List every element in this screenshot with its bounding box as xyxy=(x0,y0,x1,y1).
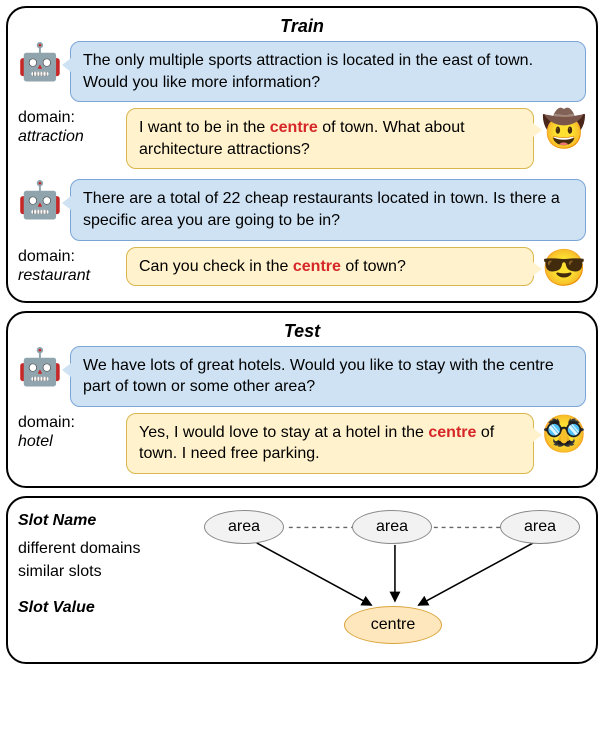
similar-slots-text: similar slots xyxy=(18,561,188,583)
slot-name-heading: Slot Name xyxy=(18,510,188,532)
slot-node-area-1: area xyxy=(204,510,284,544)
highlight-centre: centre xyxy=(293,258,341,275)
bot-avatar-icon: 🤖 xyxy=(18,41,62,83)
bot-avatar-icon: 🤖 xyxy=(18,346,62,388)
train-user-row-1: domain: attraction I want to be in the c… xyxy=(18,108,586,169)
domain-attraction: domain: attraction xyxy=(18,108,118,146)
train-panel: Train 🤖 The only multiple sports attract… xyxy=(6,6,598,303)
domain-label: domain: xyxy=(18,413,118,432)
slots-left-column: Slot Name different domains similar slot… xyxy=(18,506,188,652)
bot-avatar-icon: 🤖 xyxy=(18,179,62,221)
train-user-bubble-1: I want to be in the centre of town. What… xyxy=(126,108,534,169)
user-text-pre: Yes, I would love to stay at a hotel in … xyxy=(139,424,428,441)
domain-value-attraction: attraction xyxy=(18,127,118,146)
user-text-pre: Can you check in the xyxy=(139,258,293,275)
train-user-bubble-2: Can you check in the centre of town? xyxy=(126,247,534,287)
domain-hotel: domain: hotel xyxy=(18,413,118,451)
slots-panel: Slot Name different domains similar slot… xyxy=(6,496,598,664)
test-bot-row-1: 🤖 We have lots of great hotels. Would yo… xyxy=(18,346,586,407)
user-avatar-cowboy-icon: 🤠 xyxy=(542,108,586,150)
domain-value-restaurant: restaurant xyxy=(18,266,118,285)
test-bot-bubble-1: We have lots of great hotels. Would you … xyxy=(70,346,586,407)
user-text-post: of town? xyxy=(341,258,406,275)
train-bot-row-2: 🤖 There are a total of 22 cheap restaura… xyxy=(18,179,586,240)
slot-value-heading: Slot Value xyxy=(18,597,188,619)
train-title: Train xyxy=(18,16,586,37)
slots-graph: area area area centre xyxy=(200,506,586,652)
train-bot-row-1: 🤖 The only multiple sports attraction is… xyxy=(18,41,586,102)
test-user-row-1: domain: hotel Yes, I would love to stay … xyxy=(18,413,586,474)
slot-node-area-2: area xyxy=(352,510,432,544)
test-panel: Test 🤖 We have lots of great hotels. Wou… xyxy=(6,311,598,488)
highlight-centre: centre xyxy=(428,424,476,441)
diff-domains-text: different domains xyxy=(18,538,188,560)
train-user-row-2: domain: restaurant Can you check in the … xyxy=(18,247,586,289)
slot-value-centre: centre xyxy=(344,606,442,644)
train-bot-bubble-2: There are a total of 22 cheap restaurant… xyxy=(70,179,586,240)
user-text-pre: I want to be in the xyxy=(139,119,270,136)
domain-label: domain: xyxy=(18,247,118,266)
test-title: Test xyxy=(18,321,586,342)
domain-label: domain: xyxy=(18,108,118,127)
train-bot-bubble-1: The only multiple sports attraction is l… xyxy=(70,41,586,102)
slot-node-area-3: area xyxy=(500,510,580,544)
domain-value-hotel: hotel xyxy=(18,432,118,451)
domain-restaurant: domain: restaurant xyxy=(18,247,118,285)
user-avatar-sunglasses-icon: 😎 xyxy=(542,247,586,289)
user-avatar-disguise-icon: 🥸 xyxy=(542,413,586,455)
test-user-bubble-1: Yes, I would love to stay at a hotel in … xyxy=(126,413,534,474)
highlight-centre: centre xyxy=(270,119,318,136)
